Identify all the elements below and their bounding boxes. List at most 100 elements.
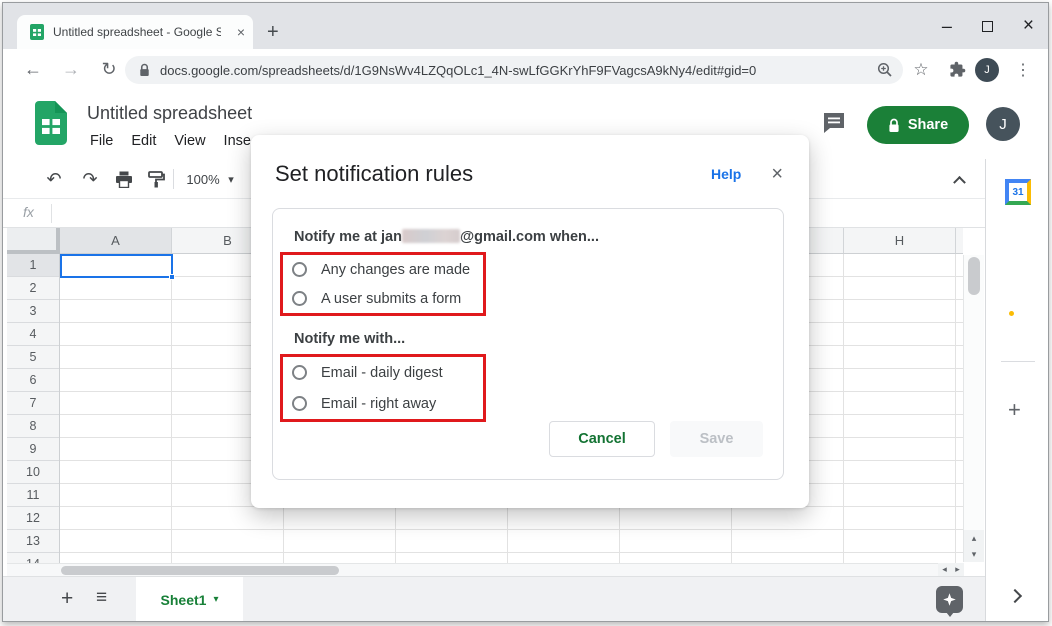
radio-option-row[interactable]: Email - right away <box>292 396 483 412</box>
row-header[interactable]: 5 <box>7 346 59 369</box>
notify-with-label: Notify me with... <box>294 331 405 347</box>
url-text[interactable]: docs.google.com/spreadsheets/d/1G9NsWv4L… <box>160 63 877 78</box>
explore-button[interactable] <box>936 586 963 613</box>
sheet-bar: + ≡ Sheet1 ▾ <box>3 576 985 621</box>
radio-label: A user submits a form <box>321 291 461 307</box>
radio-label: Any changes are made <box>321 262 470 278</box>
fill-handle[interactable] <box>169 274 175 280</box>
print-icon[interactable] <box>111 159 137 199</box>
with-options-highlight: Email - daily digest Email - right away <box>280 354 486 422</box>
bookmark-star-icon[interactable]: ☆ <box>909 49 933 90</box>
notify-when-label: Notify me at jan@gmail.com when... <box>294 229 599 245</box>
browser-tab[interactable]: Untitled spreadsheet - Google Sh × <box>17 15 253 49</box>
menu-item[interactable]: View <box>165 133 214 149</box>
row-header[interactable]: 3 <box>7 300 59 323</box>
back-button[interactable]: ← <box>19 49 47 90</box>
row-header[interactable]: 6 <box>7 369 59 392</box>
column-header[interactable]: A <box>60 228 172 253</box>
dialog-close-icon[interactable]: × <box>771 163 783 186</box>
menu-item[interactable]: Edit <box>122 133 165 149</box>
row-header[interactable]: 8 <box>7 415 59 438</box>
zoom-dropdown-icon[interactable]: ▾ <box>223 159 239 199</box>
dialog-body: Notify me at jan@gmail.com when... Any c… <box>272 208 784 480</box>
radio-button[interactable] <box>292 262 307 277</box>
row-header[interactable]: 2 <box>7 277 59 300</box>
lock-icon <box>139 63 150 77</box>
url-bar[interactable]: docs.google.com/spreadsheets/d/1G9NsWv4L… <box>125 56 903 84</box>
radio-button[interactable] <box>292 291 307 306</box>
select-all-corner[interactable] <box>7 228 60 254</box>
share-label: Share <box>908 117 948 133</box>
comment-icon[interactable] <box>821 110 847 141</box>
row-header[interactable]: 14 <box>7 553 59 563</box>
row-header[interactable]: 10 <box>7 461 59 484</box>
collapse-toolbar-icon[interactable] <box>945 159 973 199</box>
row-header[interactable]: 7 <box>7 392 59 415</box>
expand-panel-icon[interactable] <box>1008 589 1022 603</box>
forward-button[interactable]: → <box>57 49 85 90</box>
sheets-logo[interactable] <box>35 101 67 145</box>
reload-button[interactable]: ↻ <box>95 49 123 90</box>
add-sheet-button[interactable]: + <box>61 587 73 611</box>
window-controls: – × <box>942 3 1034 49</box>
tab-close-icon[interactable]: × <box>237 24 245 40</box>
save-button[interactable]: Save <box>670 421 763 457</box>
when-options-highlight: Any changes are made A user submits a fo… <box>280 252 486 316</box>
share-button[interactable]: Share <box>867 106 969 144</box>
radio-button[interactable] <box>292 396 307 411</box>
redacted-email <box>402 229 460 243</box>
explore-star-icon <box>942 592 957 607</box>
undo-icon[interactable]: ↶ <box>41 159 67 199</box>
browser-titlebar: Untitled spreadsheet - Google Sh × + – × <box>3 3 1048 49</box>
radio-option-row[interactable]: Email - daily digest <box>292 365 483 381</box>
selected-cell-a1[interactable] <box>60 254 173 278</box>
radio-label: Email - daily digest <box>321 365 443 381</box>
radio-option-row[interactable]: A user submits a form <box>292 291 483 307</box>
vscroll-thumb[interactable] <box>968 257 980 295</box>
sheets-favicon <box>29 24 45 40</box>
row-header[interactable]: 11 <box>7 484 59 507</box>
browser-avatar[interactable]: J <box>973 49 1001 90</box>
dialog-title: Set notification rules <box>275 161 711 187</box>
redo-icon[interactable]: ↷ <box>77 159 103 199</box>
row-header[interactable]: 4 <box>7 323 59 346</box>
horizontal-scrollbar[interactable] <box>7 563 938 576</box>
tab-title: Untitled spreadsheet - Google Sh <box>53 25 221 39</box>
add-addon-button[interactable]: + <box>1008 397 1021 423</box>
menu-item[interactable]: File <box>81 133 122 149</box>
column-header[interactable]: H <box>844 228 956 253</box>
scroll-up-button[interactable]: ▴ <box>963 530 984 546</box>
document-title[interactable]: Untitled spreadsheet <box>87 103 252 124</box>
window-close-button[interactable]: × <box>1023 15 1034 37</box>
minimize-button[interactable]: – <box>942 21 952 31</box>
sheet-dropdown-icon[interactable]: ▾ <box>213 594 218 605</box>
sheet-tab-sheet1[interactable]: Sheet1 ▾ <box>136 577 243 622</box>
zoom-in-icon[interactable] <box>877 62 893 78</box>
maximize-button[interactable] <box>982 21 993 32</box>
zoom-level[interactable]: 100% <box>183 159 223 199</box>
browser-menu-icon[interactable]: ⋮ <box>1011 49 1035 90</box>
help-link[interactable]: Help <box>711 166 741 182</box>
sidebar-divider <box>1001 361 1035 362</box>
calendar-icon[interactable]: 31 <box>1005 179 1031 205</box>
paint-format-icon[interactable] <box>143 159 169 199</box>
radio-option-row[interactable]: Any changes are made <box>292 262 483 278</box>
share-lock-icon <box>888 118 900 133</box>
all-sheets-icon[interactable]: ≡ <box>96 587 107 609</box>
vertical-scrollbar[interactable] <box>963 255 984 530</box>
side-panel: 31 + <box>985 159 1049 621</box>
row-header[interactable]: 12 <box>7 507 59 530</box>
scroll-left-button[interactable]: ◂ <box>938 563 951 576</box>
row-header[interactable]: 9 <box>7 438 59 461</box>
row-header[interactable]: 1 <box>7 254 59 277</box>
new-tab-button[interactable]: + <box>267 17 279 47</box>
account-avatar[interactable]: J <box>986 107 1020 141</box>
scroll-down-button[interactable]: ▾ <box>963 546 984 562</box>
browser-navbar: ← → ↻ docs.google.com/spreadsheets/d/1G9… <box>3 49 1048 90</box>
cancel-button[interactable]: Cancel <box>549 421 655 457</box>
extensions-puzzle-icon[interactable] <box>945 49 969 90</box>
hscroll-thumb[interactable] <box>61 566 339 575</box>
scroll-right-button[interactable]: ▸ <box>951 563 964 576</box>
row-header[interactable]: 13 <box>7 530 59 553</box>
radio-button[interactable] <box>292 365 307 380</box>
